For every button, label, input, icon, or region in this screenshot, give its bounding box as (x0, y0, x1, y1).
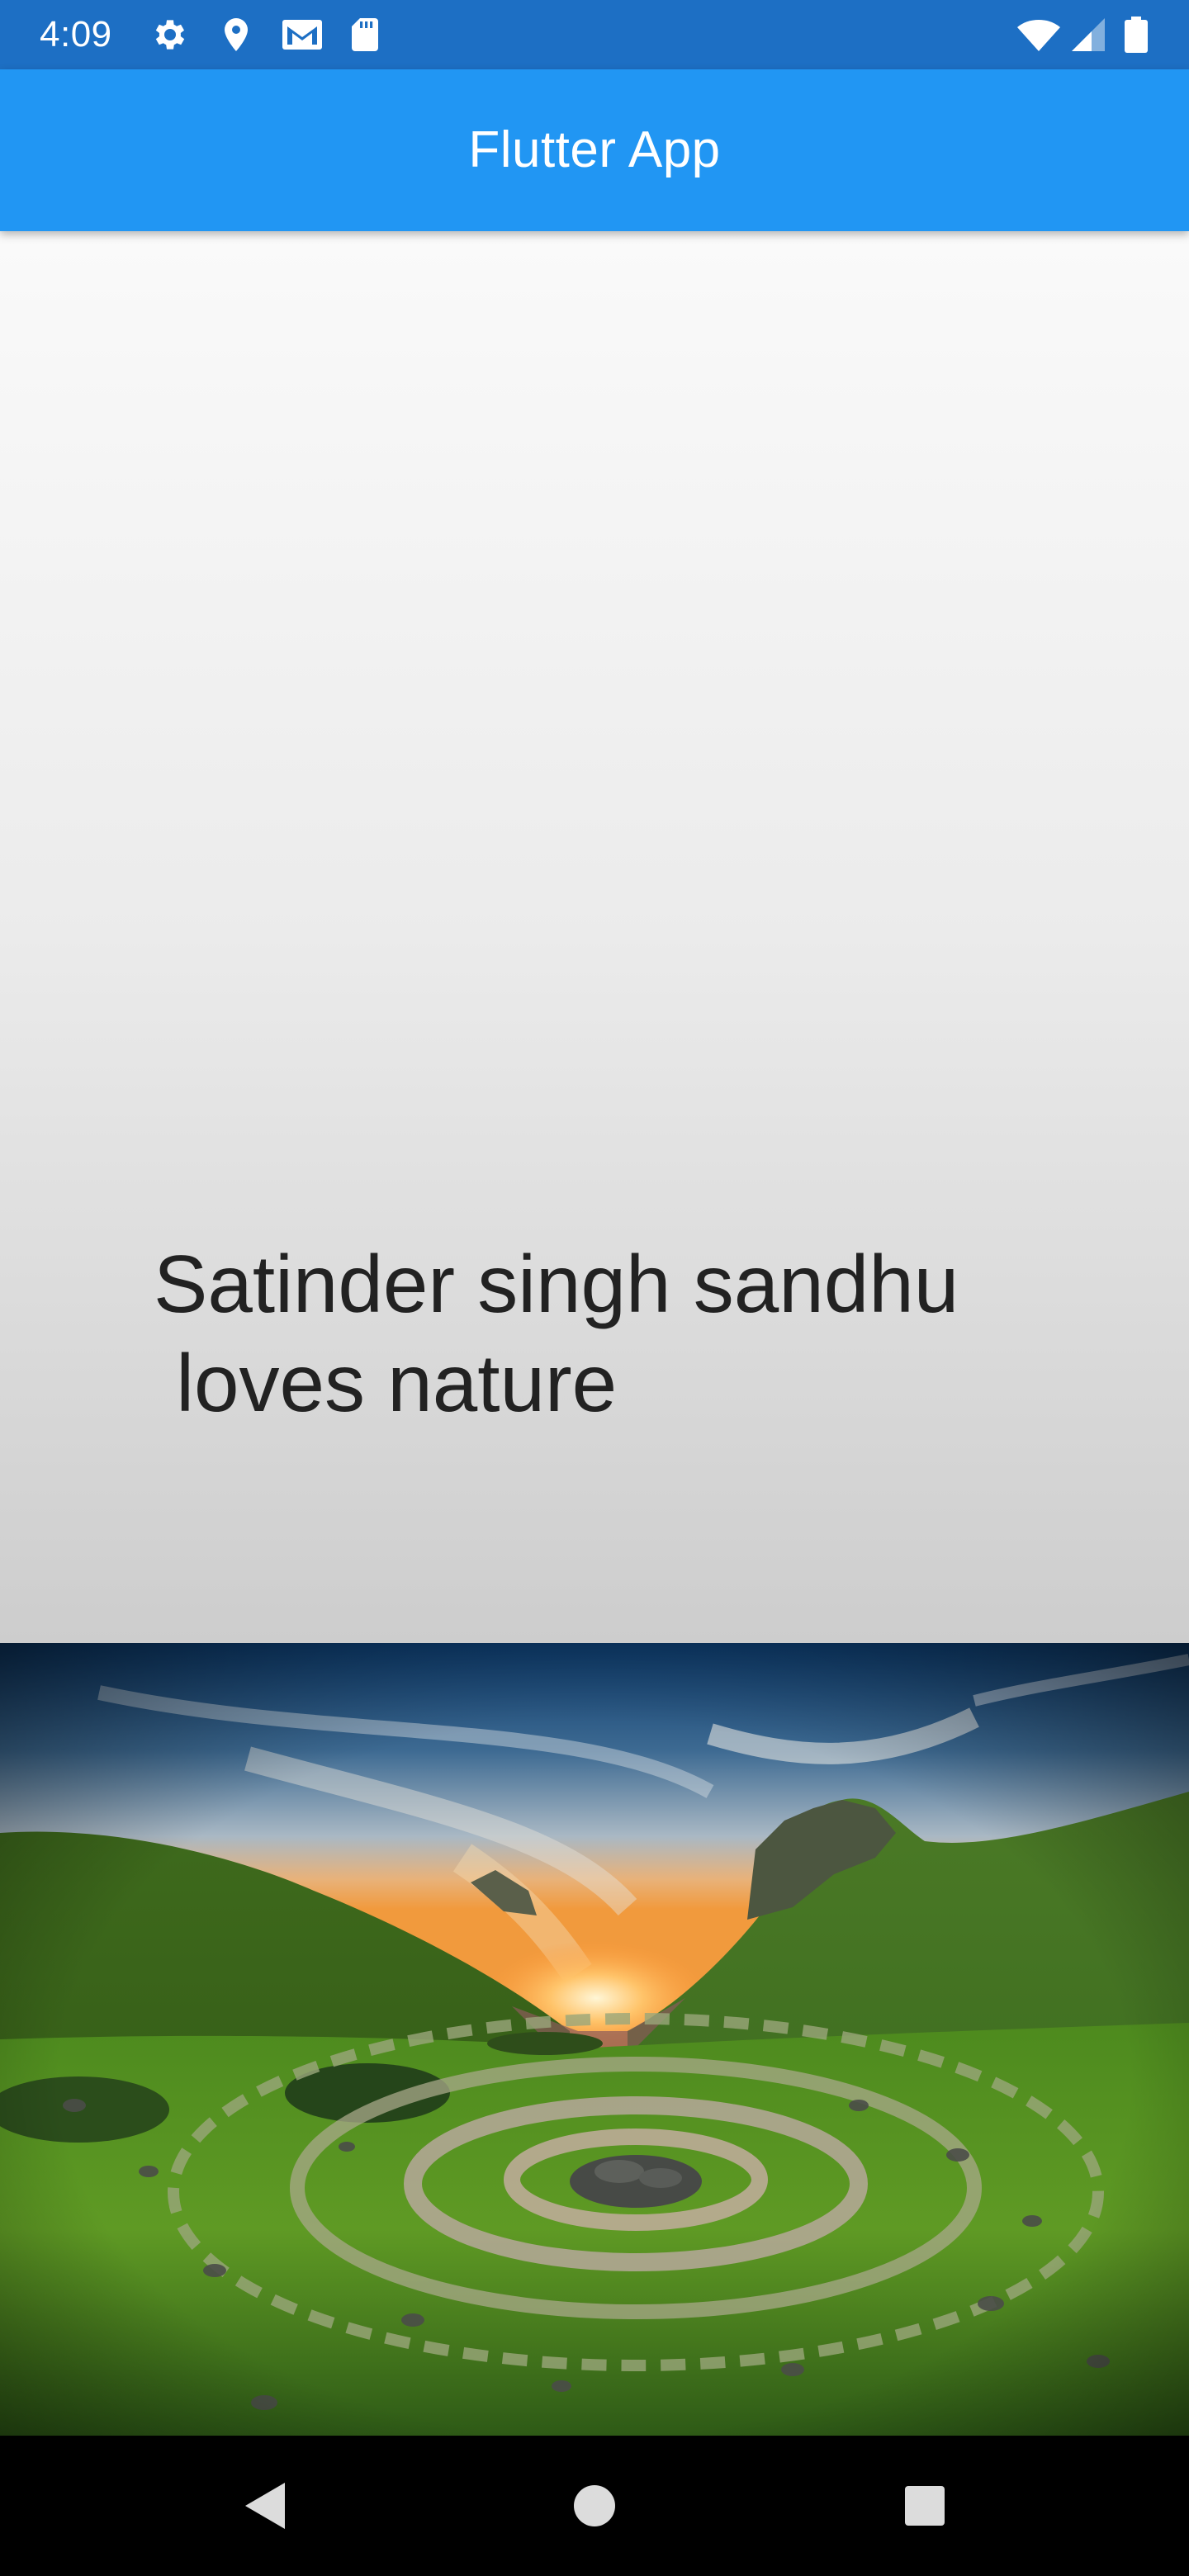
status-time: 4:09 (40, 14, 112, 54)
headline-text: Satinder singh sandhu loves nature (154, 1238, 959, 1428)
recents-icon[interactable] (883, 2465, 966, 2547)
home-icon[interactable] (553, 2465, 636, 2547)
location-pin-icon (216, 15, 256, 54)
landscape-illustration (0, 1643, 1189, 2436)
back-icon[interactable] (223, 2465, 306, 2547)
content-area: Satinder singh sandhu loves nature (0, 231, 1189, 1643)
gear-icon (150, 15, 190, 54)
nature-image (0, 1643, 1189, 2436)
app-title: Flutter App (468, 121, 721, 178)
sd-card-icon (345, 15, 385, 54)
app-bar: Flutter App (0, 69, 1189, 231)
status-bar: 4:09 (0, 0, 1189, 69)
navigation-bar (0, 2436, 1189, 2576)
screen: 4:09 Flutter App Satinder singh sandhu l… (0, 0, 1189, 2576)
wifi-icon (1016, 15, 1062, 54)
battery-icon (1121, 15, 1151, 54)
gmail-icon (279, 15, 325, 54)
cellular-signal-icon (1068, 15, 1108, 54)
